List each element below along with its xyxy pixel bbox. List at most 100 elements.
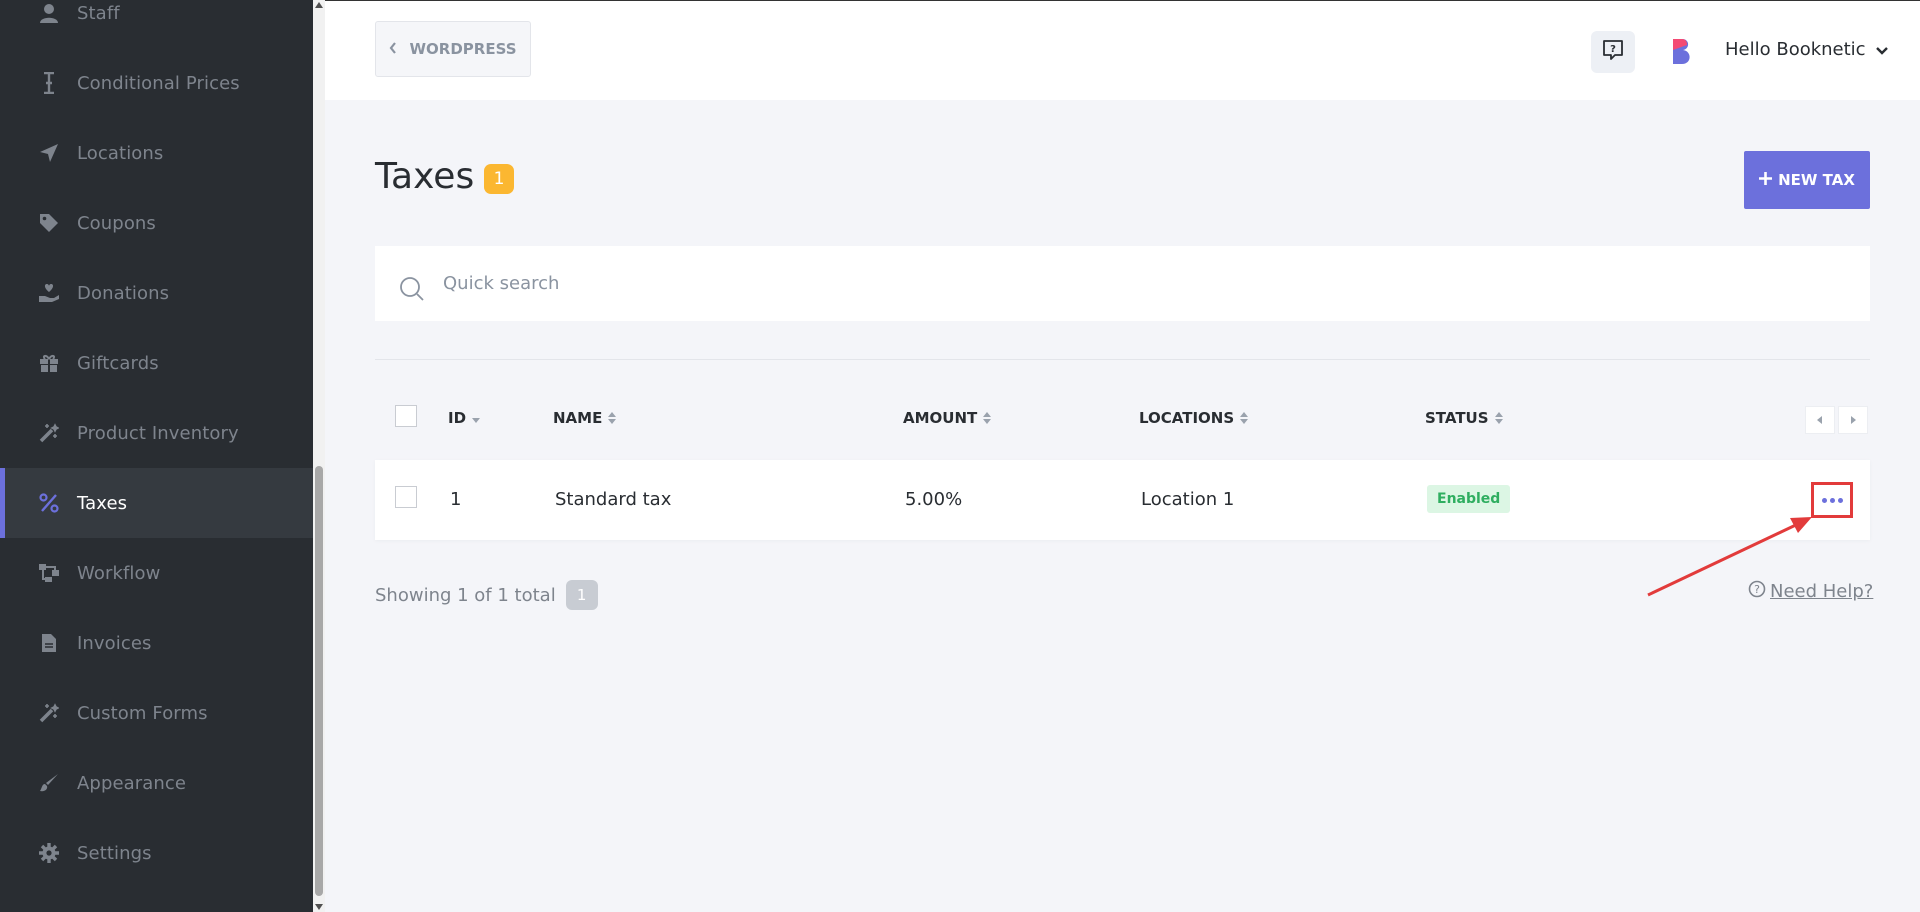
sidebar-item-workflow[interactable]: Workflow: [0, 538, 313, 608]
topbar: WORDPRESS ? Hello Booknetic: [325, 0, 1920, 100]
count-badge: 1: [484, 164, 514, 194]
sidebar-item-giftcards[interactable]: Giftcards: [0, 328, 313, 398]
sidebar-item-label: Settings: [77, 842, 152, 864]
page-count-badge: 1: [565, 580, 598, 610]
magic-wand-icon: [38, 702, 60, 724]
sidebar-item-label: Conditional Prices: [77, 72, 240, 94]
percent-icon: [38, 492, 60, 514]
booknetic-logo: [1670, 36, 1696, 66]
sidebar-item-label: Giftcards: [77, 352, 159, 374]
column-header-label: NAME: [553, 409, 603, 427]
column-header-locations[interactable]: LOCATIONS: [1139, 409, 1249, 427]
need-help-link[interactable]: ? Need Help?: [1748, 580, 1873, 603]
sidebar-item-appearance[interactable]: Appearance: [0, 748, 313, 818]
pagination-info: Showing 1 of 1 total 1: [375, 580, 598, 610]
chevron-down-icon: [1875, 39, 1888, 60]
sidebar-item-conditional-prices[interactable]: Conditional Prices: [0, 48, 313, 118]
sidebar-item-label: Donations: [77, 282, 170, 304]
workflow-icon: [38, 562, 60, 584]
cell-amount: 5.00%: [905, 489, 963, 510]
sort-desc-icon: [472, 417, 481, 423]
brush-icon: [38, 772, 60, 794]
sidebar-item-label: Coupons: [77, 212, 156, 234]
caret-left-icon: [1817, 416, 1822, 424]
question-circle-icon: ?: [1748, 580, 1766, 603]
hand-holding-heart-icon: [38, 282, 60, 304]
search-input[interactable]: [443, 246, 1843, 321]
showing-text: Showing 1 of 1 total: [375, 584, 556, 606]
column-header-name[interactable]: NAME: [553, 409, 617, 427]
select-all-checkbox[interactable]: [395, 405, 417, 427]
column-header-label: STATUS: [1425, 409, 1489, 427]
user-icon: [38, 2, 60, 24]
sidebar-scrollbar[interactable]: [313, 0, 325, 912]
sidebar-item-locations[interactable]: Locations: [0, 118, 313, 188]
cell-id: 1: [450, 489, 462, 510]
location-arrow-icon: [38, 142, 60, 164]
svg-text:?: ?: [1754, 583, 1760, 596]
row-checkbox[interactable]: [395, 486, 417, 508]
magic-wand-icon: [38, 422, 60, 444]
search-box: [375, 246, 1870, 321]
sort-icon: [983, 412, 992, 424]
sidebar-item-settings[interactable]: Settings: [0, 818, 313, 888]
sort-icon: [1494, 412, 1503, 424]
sidebar-item-custom-forms[interactable]: Custom Forms: [0, 678, 313, 748]
more-dots-icon: [1821, 497, 1827, 503]
column-header-status[interactable]: STATUS: [1425, 409, 1503, 427]
sidebar-item-staff[interactable]: Staff: [0, 0, 313, 48]
divider: [375, 359, 1870, 360]
cell-name: Standard tax: [555, 489, 672, 510]
column-header-amount[interactable]: AMOUNT: [903, 409, 992, 427]
gift-icon: [38, 352, 60, 374]
sidebar-item-coupons[interactable]: Coupons: [0, 188, 313, 258]
sidebar-item-label: Product Inventory: [77, 422, 239, 444]
sidebar-item-label: Custom Forms: [77, 702, 208, 724]
sidebar-item-donations[interactable]: Donations: [0, 258, 313, 328]
sidebar-item-label: Locations: [77, 142, 164, 164]
table-header: ID NAME AMOUNT LOCATIONS STATUS: [375, 398, 1870, 438]
sort-icon: [1240, 412, 1249, 424]
svg-text:?: ?: [1610, 44, 1616, 55]
scrollbar-thumb[interactable]: [315, 466, 323, 896]
sidebar-item-label: Invoices: [77, 632, 152, 654]
gear-icon: [38, 842, 60, 864]
status-badge: Enabled: [1427, 485, 1511, 513]
sort-icon: [608, 412, 617, 424]
wordpress-back-label: WORDPRESS: [409, 40, 517, 58]
column-header-label: ID: [448, 409, 467, 427]
sidebar-item-label: Staff: [77, 2, 120, 24]
sidebar: Staff Conditional Prices Locations Coupo…: [0, 0, 313, 912]
table-row[interactable]: 1 Standard tax 5.00% Location 1 Enabled: [375, 460, 1870, 540]
sidebar-item-label: Appearance: [77, 772, 187, 794]
row-actions-button[interactable]: [1811, 482, 1853, 518]
column-header-label: AMOUNT: [903, 409, 978, 427]
page-title: Taxes: [375, 156, 475, 197]
need-help-label: Need Help?: [1770, 581, 1874, 602]
new-tax-button[interactable]: NEW TAX: [1744, 151, 1870, 209]
sidebar-item-label: Workflow: [77, 562, 161, 584]
scroll-left-button[interactable]: [1805, 406, 1835, 434]
scroll-up-icon[interactable]: [315, 2, 323, 8]
sidebar-item-invoices[interactable]: Invoices: [0, 608, 313, 678]
scroll-right-button[interactable]: [1838, 406, 1868, 434]
search-icon: [399, 276, 425, 306]
caret-right-icon: [1851, 416, 1856, 424]
user-greeting: Hello Booknetic: [1725, 39, 1866, 60]
cursor-text-icon: [38, 72, 60, 94]
cell-location: Location 1: [1141, 489, 1235, 510]
tag-icon: [38, 212, 60, 234]
column-header-id[interactable]: ID: [448, 409, 481, 427]
column-header-label: LOCATIONS: [1139, 409, 1235, 427]
new-tax-label: NEW TAX: [1778, 171, 1855, 189]
scroll-down-icon[interactable]: [315, 904, 323, 910]
question-chat-icon: ?: [1602, 39, 1624, 65]
user-menu[interactable]: Hello Booknetic: [1725, 39, 1888, 60]
plus-icon: [1759, 171, 1773, 189]
help-chat-button[interactable]: ?: [1591, 31, 1635, 73]
chevron-left-icon: [389, 40, 397, 58]
sidebar-item-taxes[interactable]: Taxes: [0, 468, 313, 538]
sidebar-item-label: Taxes: [77, 492, 128, 514]
wordpress-back-button[interactable]: WORDPRESS: [375, 21, 531, 77]
sidebar-item-product-inventory[interactable]: Product Inventory: [0, 398, 313, 468]
